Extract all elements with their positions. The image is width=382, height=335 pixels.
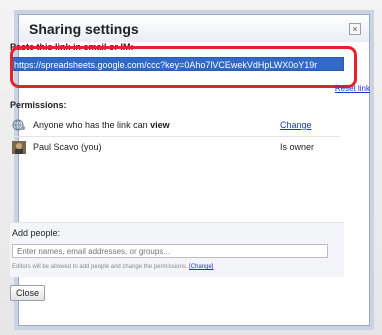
add-people-input[interactable] [12, 244, 328, 258]
dialog-title: Sharing settings [29, 21, 139, 37]
share-link-field[interactable]: https://spreadsheets.google.com/ccc?key=… [10, 57, 344, 71]
permission-row-owner: Paul Scavo (you) Is owner [12, 140, 340, 157]
row-divider [12, 136, 340, 137]
add-people-label: Add people: [12, 228, 61, 238]
change-permission-link[interactable]: Change [280, 120, 312, 130]
permission-text: Anyone who has the link can view [33, 120, 170, 130]
user-avatar-icon [12, 141, 26, 154]
close-icon[interactable]: × [349, 23, 361, 35]
owner-name: Paul Scavo (you) [33, 142, 102, 152]
permission-level: view [150, 120, 170, 130]
dialog-titlebar: Sharing settings × [19, 15, 369, 42]
close-button[interactable]: Close [10, 285, 45, 301]
editors-note-text: Editors will be allowed to add people an… [12, 264, 188, 270]
paste-link-label: Paste this link in email or IM: [10, 42, 134, 52]
reset-link[interactable]: Reset link [335, 84, 370, 93]
globe-people-icon [12, 119, 26, 132]
permissions-label: Permissions: [10, 100, 67, 110]
permission-row-anyone: Anyone who has the link can view Change [12, 118, 340, 135]
owner-role: Is owner [280, 142, 315, 152]
editors-note: Editors will be allowed to add people an… [12, 264, 213, 270]
permission-text-prefix: Anyone who has the link can [33, 120, 151, 130]
editors-change-link[interactable]: [Change] [189, 264, 213, 270]
